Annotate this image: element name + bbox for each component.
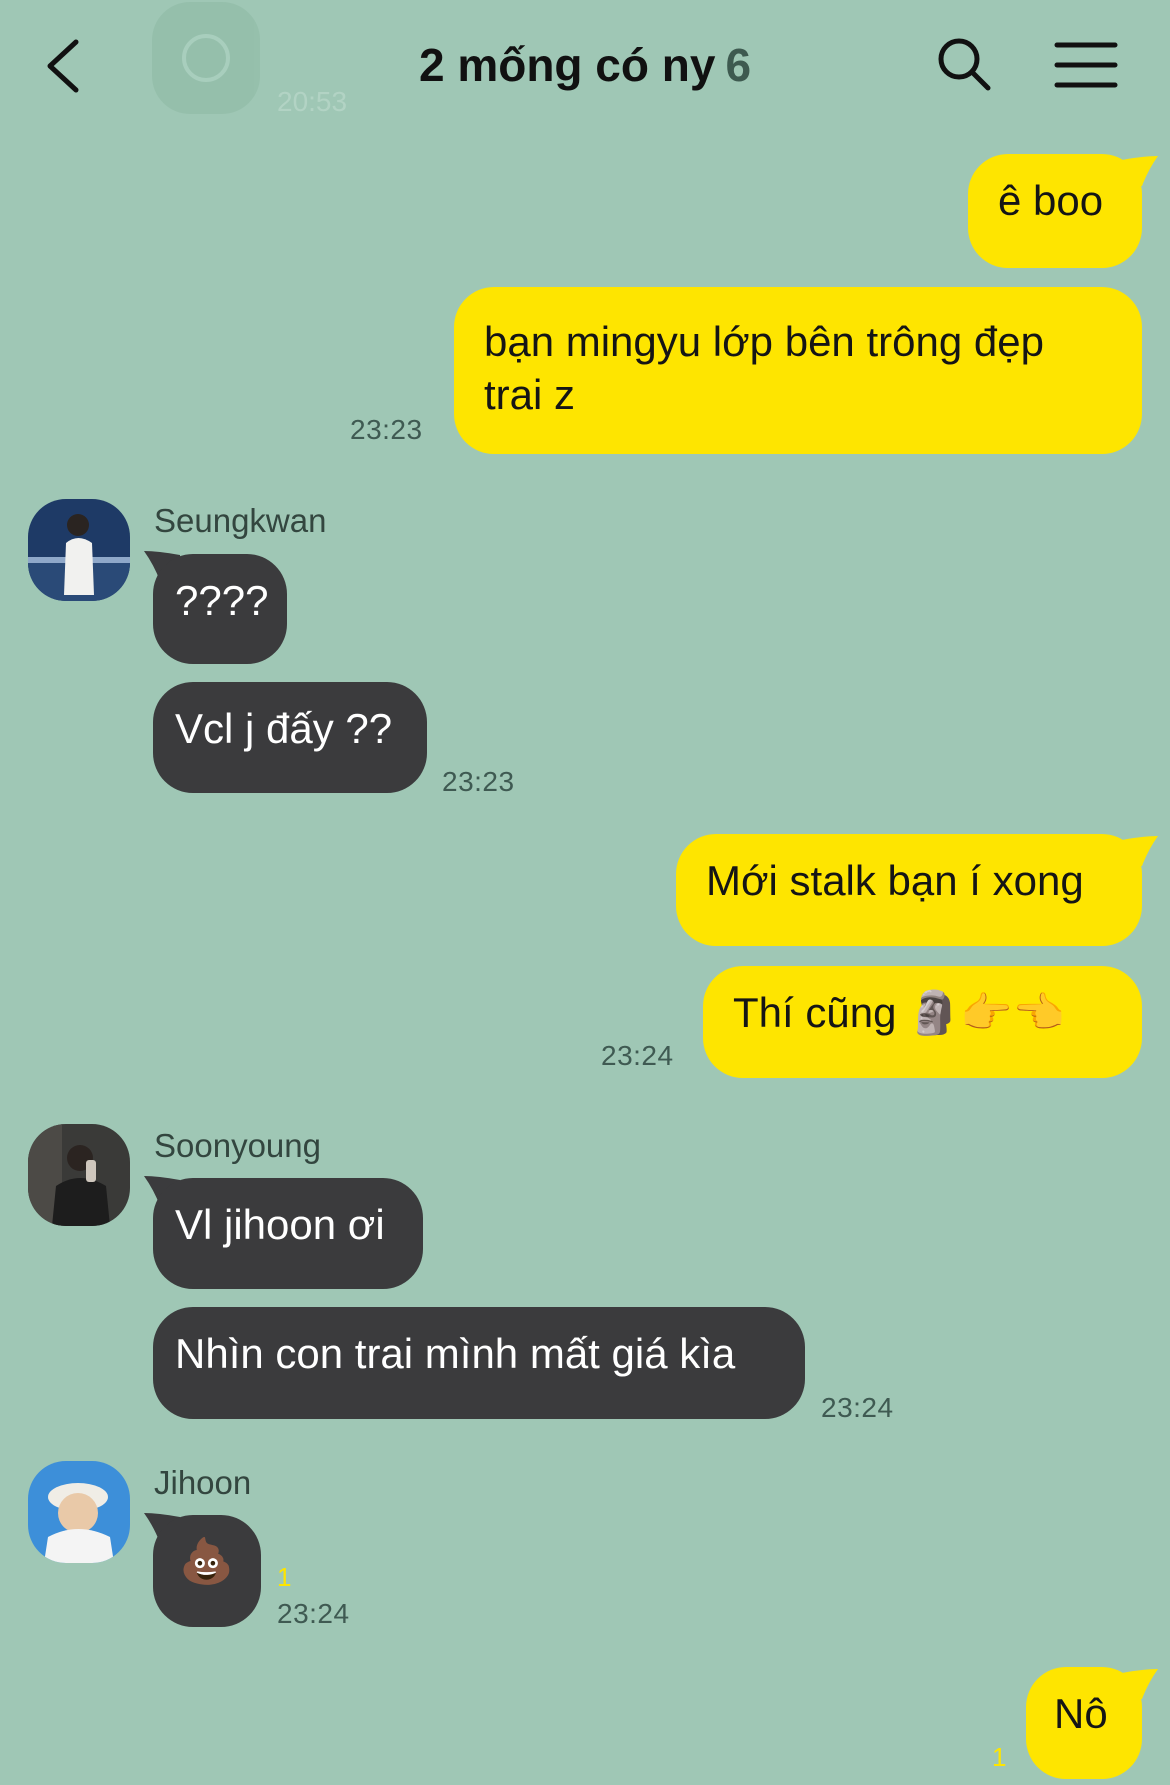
message-text: Vl jihoon ơi [175,1201,385,1248]
message-timestamp: 23:24 [277,1598,350,1629]
chat-title-text: 2 mống có ny [418,39,716,91]
sender-name: Seungkwan [154,502,327,539]
message-text: Mới stalk bạn í xong [706,857,1084,904]
message-text: 💩 [179,1537,234,1586]
my-bubble-tail [1122,1669,1158,1699]
message-timestamp: 23:23 [350,414,423,445]
sender-name: Soonyoung [154,1127,321,1164]
unread-count: 1 [992,1742,1007,1772]
message-text-line: bạn mingyu lớp bên trông đẹp [484,318,1044,365]
avatar-jihoon[interactable] [28,1461,130,1563]
hamburger-menu-icon [1054,42,1118,88]
message-text: Vcl j đấy ?? [175,705,393,752]
avatar-photo-jihoon [28,1461,130,1563]
message-timestamp: 23:24 [601,1040,674,1071]
avatar-photo-seungkwan [28,499,130,601]
my-bubble-tail [1122,156,1158,186]
my-bubble-tail [1122,836,1158,866]
my-message-bubble[interactable]: ê boo [968,154,1142,268]
message-text: Nhìn con trai mình mất giá kìa [175,1330,736,1377]
my-message-bubble[interactable]: Thí cũng 🗿👉👈 [703,966,1142,1078]
their-message-bubble[interactable]: ???? [153,554,287,664]
message-text: ê boo [998,177,1104,224]
my-message-bubble[interactable]: bạn mingyu lớp bên trông đẹp trai z [454,287,1142,454]
unread-count: 1 [277,1562,292,1592]
their-message-bubble[interactable]: 💩 [153,1515,261,1627]
member-count: 6 [725,39,752,91]
sender-name: Jihoon [154,1464,252,1501]
message-timestamp: 23:24 [821,1392,894,1423]
their-message-bubble[interactable]: Vcl j đấy ?? [153,682,427,793]
search-icon [938,38,991,91]
avatar-photo-soonyoung [28,1124,130,1226]
search-button[interactable] [934,34,994,94]
message-text: ???? [175,577,269,624]
their-message-bubble[interactable]: Vl jihoon ơi [153,1178,423,1289]
their-message-bubble[interactable]: Nhìn con trai mình mất giá kìa [153,1307,805,1419]
message-text: Thí cũng 🗿👉👈 [733,989,1065,1036]
avatar-seungkwan[interactable] [28,499,130,601]
message-timestamp: 23:23 [442,766,515,797]
message-text: Nô [1054,1690,1108,1737]
menu-button[interactable] [1054,40,1118,90]
chat-title: 2 mống có ny 6 [0,38,1170,92]
avatar-soonyoung[interactable] [28,1124,130,1226]
my-message-bubble[interactable]: Mới stalk bạn í xong [676,834,1142,946]
chat-header: 20:53 2 mống có ny 6 [0,0,1170,140]
message-text-line: trai z [484,371,576,418]
